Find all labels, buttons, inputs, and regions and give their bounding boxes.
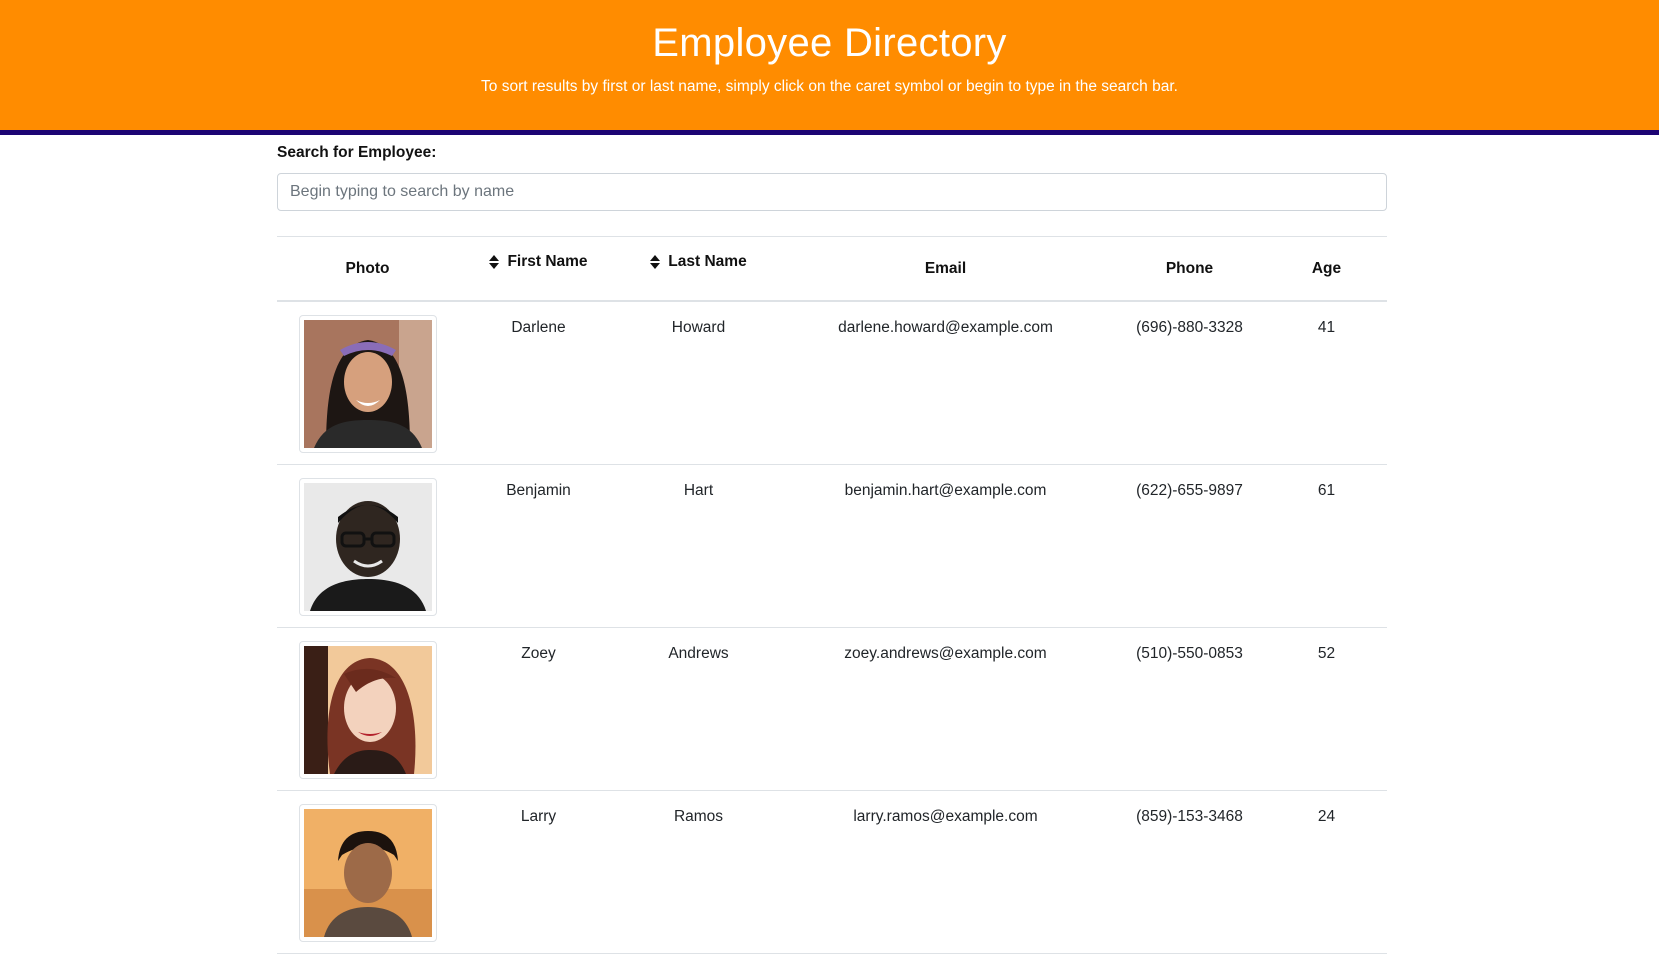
phone-cell: (859)-153-3468 xyxy=(1113,790,1266,954)
table-row: Larry Ramos larry.ramos@example.com (859… xyxy=(277,790,1387,954)
photo-cell xyxy=(277,627,458,791)
employee-table: Photo First Name Last Name Email Phone A… xyxy=(277,237,1387,954)
employee-photo xyxy=(303,808,432,937)
page-header: Employee Directory To sort results by fi… xyxy=(0,0,1659,135)
column-label-photo: Photo xyxy=(345,259,390,277)
column-header-age: Age xyxy=(1266,237,1387,302)
email-cell: benjamin.hart@example.com xyxy=(778,464,1113,628)
table-row: Darlene Howard darlene.howard@example.co… xyxy=(277,301,1387,465)
column-label-first-name: First Name xyxy=(507,253,588,270)
employee-photo xyxy=(303,320,432,448)
employee-photo xyxy=(303,482,432,611)
age-cell: 61 xyxy=(1266,464,1387,628)
email-cell: zoey.andrews@example.com xyxy=(778,627,1113,791)
first-name-cell: Benjamin xyxy=(458,464,619,628)
sort-first-name-caret-icon[interactable] xyxy=(489,255,500,269)
employee-photo-thumbnail xyxy=(298,315,437,453)
age-cell: 24 xyxy=(1266,790,1387,954)
first-name-cell: Zoey xyxy=(458,627,619,791)
page-title: Employee Directory xyxy=(652,21,1007,65)
last-name-cell: Hart xyxy=(619,464,778,628)
employee-photo xyxy=(303,645,432,774)
last-name-cell: Howard xyxy=(619,301,778,465)
first-name-cell: Darlene xyxy=(458,301,619,465)
photo-cell xyxy=(277,790,458,954)
column-header-email: Email xyxy=(778,237,1113,302)
column-label-phone: Phone xyxy=(1165,259,1214,277)
column-label-age: Age xyxy=(1311,259,1342,277)
email-cell: larry.ramos@example.com xyxy=(778,790,1113,954)
column-header-phone: Phone xyxy=(1113,237,1266,302)
page-subtitle: To sort results by first or last name, s… xyxy=(481,78,1178,95)
column-header-last-name: Last Name xyxy=(619,237,778,302)
first-name-cell: Larry xyxy=(458,790,619,954)
photo-cell xyxy=(277,301,458,465)
phone-cell: (510)-550-0853 xyxy=(1113,627,1266,791)
column-label-last-name: Last Name xyxy=(668,253,747,270)
employee-photo-thumbnail xyxy=(298,803,437,942)
search-input[interactable] xyxy=(277,173,1387,211)
table-header-row: Photo First Name Last Name Email Phone A… xyxy=(277,237,1387,302)
column-header-first-name: First Name xyxy=(458,237,619,302)
email-cell: darlene.howard@example.com xyxy=(778,301,1113,465)
age-cell: 52 xyxy=(1266,627,1387,791)
table-row: Zoey Andrews zoey.andrews@example.com (5… xyxy=(277,627,1387,791)
search-label: Search for Employee: xyxy=(277,144,437,161)
employee-photo-thumbnail xyxy=(298,640,437,779)
employee-photo-thumbnail xyxy=(298,477,437,616)
sort-last-name-caret-icon[interactable] xyxy=(650,255,661,269)
table-row: Benjamin Hart benjamin.hart@example.com … xyxy=(277,464,1387,628)
phone-cell: (622)-655-9897 xyxy=(1113,464,1266,628)
last-name-cell: Ramos xyxy=(619,790,778,954)
age-cell: 41 xyxy=(1266,301,1387,465)
phone-cell: (696)-880-3328 xyxy=(1113,301,1266,465)
column-header-photo: Photo xyxy=(277,237,458,302)
last-name-cell: Andrews xyxy=(619,627,778,791)
photo-cell xyxy=(277,464,458,628)
column-label-email: Email xyxy=(924,259,967,277)
